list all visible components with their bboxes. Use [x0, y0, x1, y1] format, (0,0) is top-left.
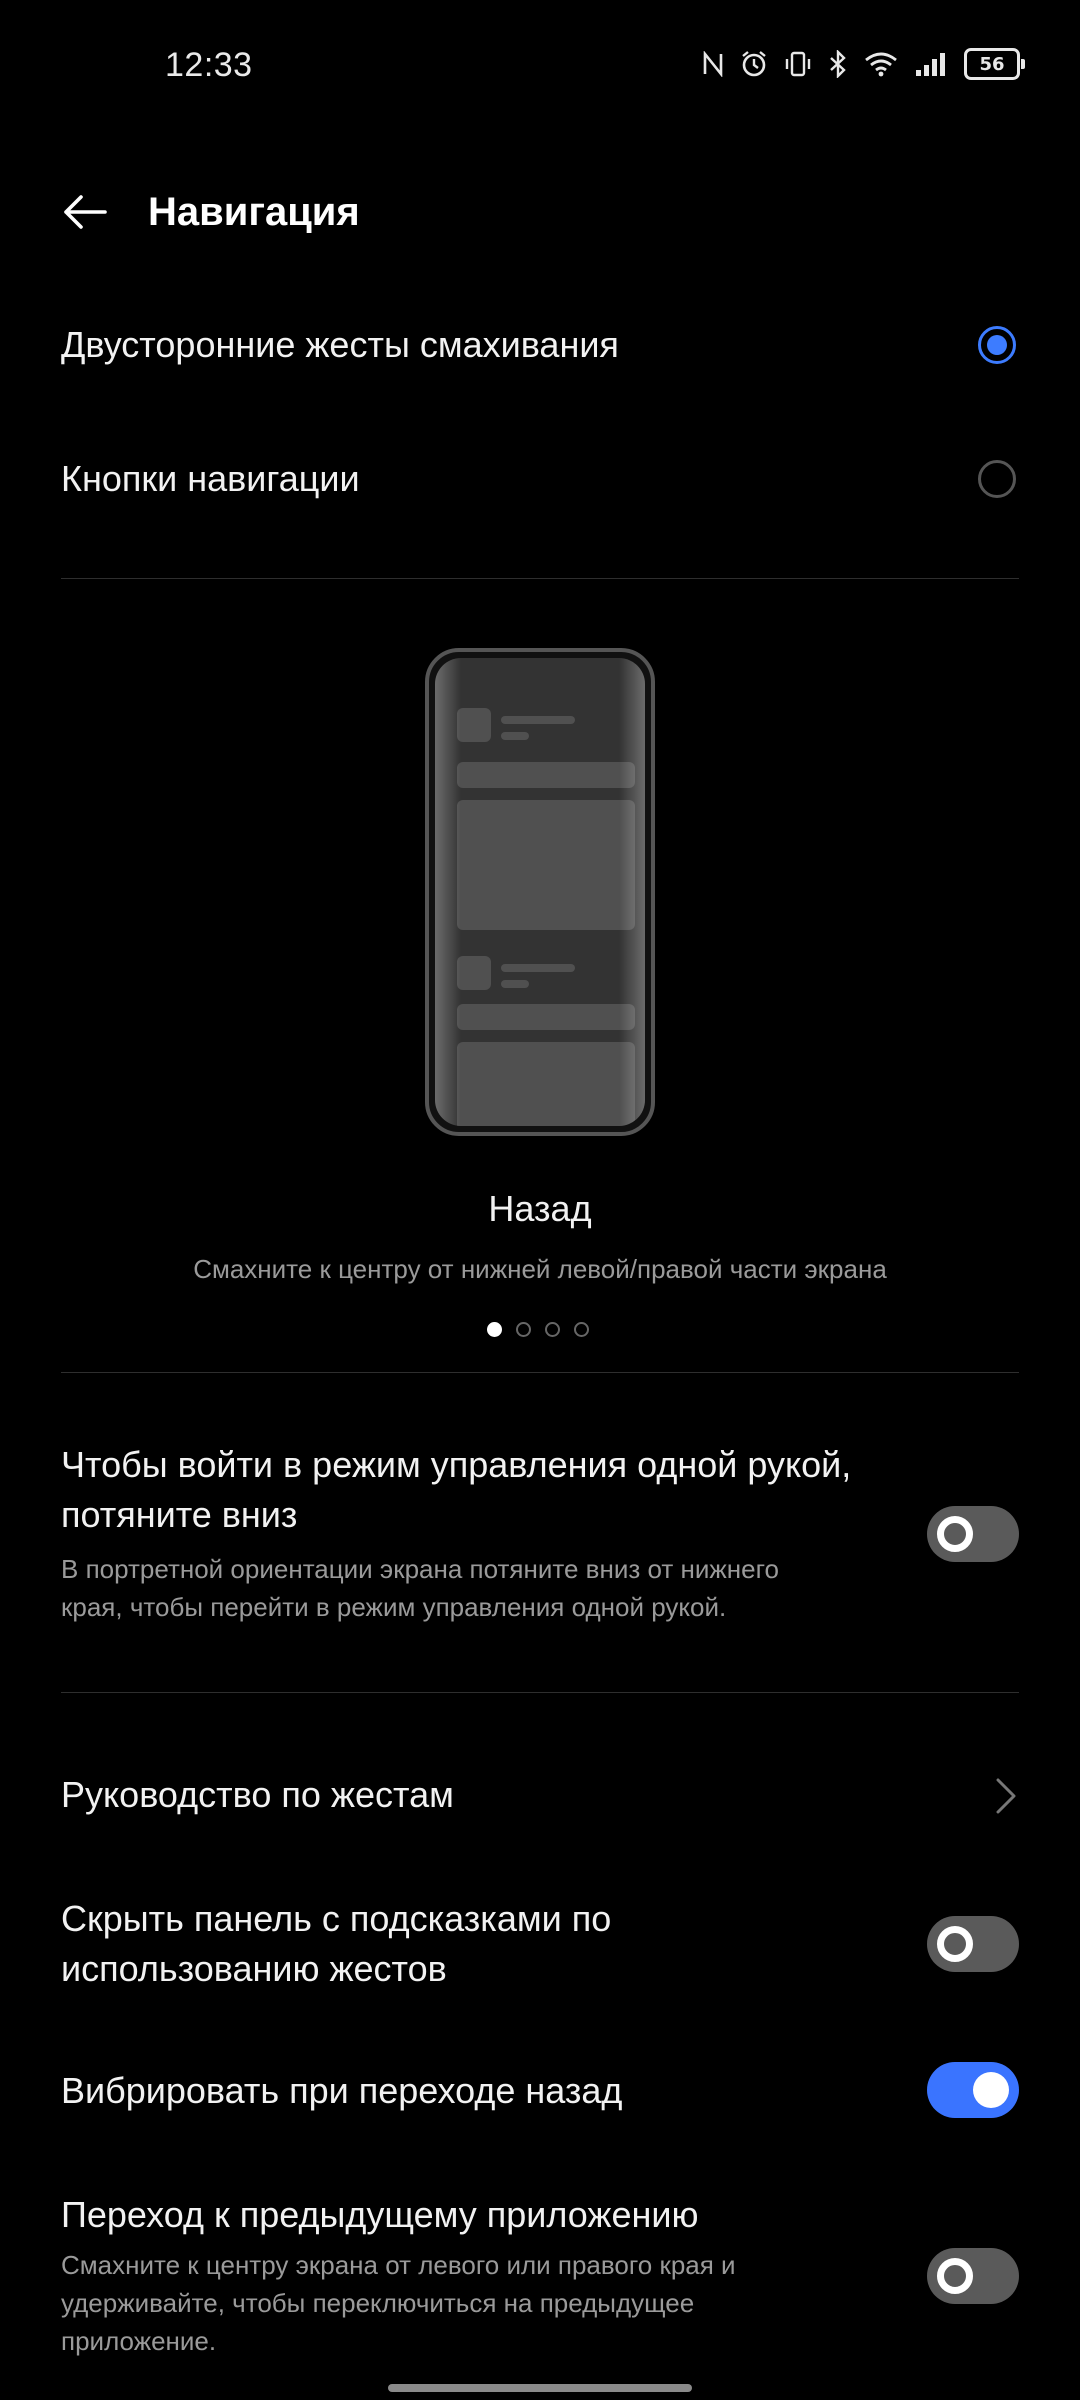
phone-screen — [435, 658, 645, 1126]
arrow-left-icon — [64, 195, 107, 229]
status-bar: 12:33 56 — [0, 0, 1080, 140]
setting-title: Вибрировать при переходе назад — [61, 2070, 623, 2111]
page-dot[interactable] — [545, 1322, 560, 1337]
back-button[interactable] — [52, 180, 116, 244]
home-indicator[interactable] — [388, 2384, 692, 2392]
status-time: 12:33 — [165, 46, 253, 84]
toggle-knob — [937, 2258, 973, 2294]
page-indicator — [487, 1322, 589, 1337]
one-hand-toggle[interactable] — [927, 1506, 1019, 1562]
battery-indicator: 56 — [964, 48, 1025, 80]
setting-gesture-guide[interactable]: Руководство по жестам — [0, 1740, 1080, 1850]
option-navigation-buttons[interactable]: Кнопки навигации — [0, 414, 1080, 544]
toggle-knob — [973, 2072, 1009, 2108]
vibrate-back-toggle[interactable] — [927, 2062, 1019, 2118]
nfc-icon — [702, 51, 724, 77]
chevron-right-icon — [996, 1778, 1016, 1814]
setting-hide-hint-bar[interactable]: Скрыть панель с подсказками по использов… — [0, 1894, 1080, 2004]
divider — [61, 1372, 1019, 1373]
toggle-knob — [937, 1926, 973, 1962]
bluetooth-icon — [828, 50, 848, 78]
setting-description: В портретной ориентации экрана потяните … — [61, 1554, 779, 1622]
wifi-icon — [864, 50, 898, 78]
option-swipe-gestures[interactable]: Двусторонние жесты смахивания — [0, 280, 1080, 410]
option-label: Двусторонние жесты смахивания — [61, 324, 619, 365]
setting-title: Переход к предыдущему приложению — [61, 2194, 699, 2235]
gesture-illustration — [425, 648, 655, 1136]
option-label: Кнопки навигации — [61, 458, 360, 499]
toggle-knob — [937, 1516, 973, 1552]
divider — [61, 1692, 1019, 1693]
setting-title: Руководство по жестам — [61, 1774, 454, 1815]
page-dot-active[interactable] — [487, 1322, 502, 1337]
status-icons: 56 — [702, 48, 1025, 80]
page-dot[interactable] — [574, 1322, 589, 1337]
gesture-description: Смахните к центру от нижней левой/правой… — [193, 1254, 887, 1284]
page-dot[interactable] — [516, 1322, 531, 1337]
signal-icon — [914, 50, 948, 78]
setting-title: Скрыть панель с подсказками по использов… — [61, 1898, 612, 1989]
radio-unselected[interactable] — [978, 460, 1016, 498]
setting-previous-app[interactable]: Переход к предыдущему приложению Смахнит… — [0, 2190, 1080, 2370]
setting-vibrate-back[interactable]: Вибрировать при переходе назад — [0, 2062, 1080, 2122]
radio-selected[interactable] — [978, 326, 1016, 364]
divider — [61, 578, 1019, 579]
page-title: Навигация — [148, 190, 360, 234]
hide-hint-bar-toggle[interactable] — [927, 1916, 1019, 1972]
previous-app-toggle[interactable] — [927, 2248, 1019, 2304]
vibrate-icon — [784, 50, 812, 78]
setting-description: Смахните к центру экрана от левого или п… — [61, 2250, 736, 2356]
alarm-icon — [740, 50, 768, 78]
app-header: Навигация — [0, 160, 1080, 280]
setting-one-hand-mode[interactable]: Чтобы войти в режим управления одной рук… — [0, 1440, 1080, 1660]
gesture-title: Назад — [488, 1188, 592, 1229]
setting-title: Чтобы войти в режим управления одной рук… — [61, 1444, 852, 1535]
